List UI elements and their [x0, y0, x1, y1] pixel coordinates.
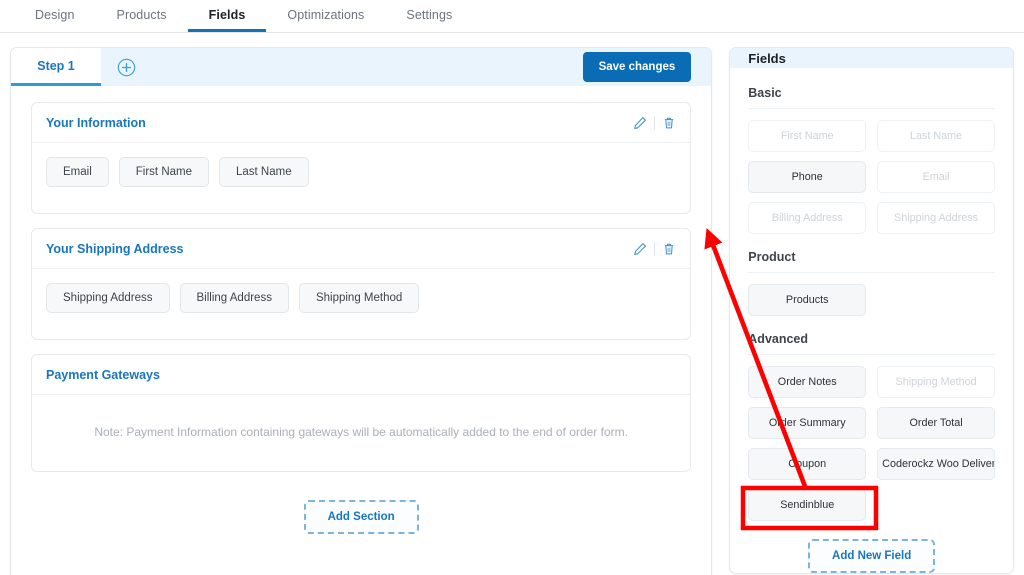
add-new-field-button[interactable]: Add New Field [808, 539, 936, 573]
action-divider [654, 241, 656, 256]
pencil-icon[interactable] [633, 242, 647, 256]
fields-panel-body: Basic First Name Last Name Phone Email B… [730, 68, 1013, 573]
palette-field-coderockz-woo-delivery[interactable]: Coderockz Woo Delivery [877, 448, 995, 480]
palette-field-order-total[interactable]: Order Total [877, 407, 995, 439]
palette-field-order-summary[interactable]: Order Summary [748, 407, 867, 439]
pencil-icon[interactable] [633, 116, 647, 130]
field-chip[interactable]: Last Name [219, 157, 309, 187]
section-actions [633, 241, 676, 256]
field-chip[interactable]: Billing Address [179, 283, 289, 313]
trash-icon[interactable] [662, 242, 676, 256]
tab-fields[interactable]: Fields [187, 0, 267, 32]
group-title-advanced: Advanced [748, 332, 995, 355]
palette-field-email: Email [877, 161, 995, 193]
section-title: Your Shipping Address [46, 241, 184, 256]
tab-settings[interactable]: Settings [385, 0, 473, 32]
save-changes-button[interactable]: Save changes [582, 52, 692, 82]
section-actions [633, 115, 676, 130]
palette-field-first-name: First Name [748, 120, 867, 152]
palette-field-last-name: Last Name [877, 120, 995, 152]
palette-field-products[interactable]: Products [748, 284, 867, 316]
section-payment-gateways: Payment Gateways Note: Payment Informati… [31, 354, 692, 472]
builder-body: Your Information Email First Name Last N… [11, 86, 711, 575]
field-chip[interactable]: Shipping Address [46, 283, 170, 313]
palette-field-sendinblue[interactable]: Sendinblue [748, 489, 867, 521]
top-navigation: Design Products Fields Optimizations Set… [0, 0, 1024, 33]
payment-note: Note: Payment Information containing gat… [94, 425, 628, 439]
section-title: Your Information [46, 115, 146, 130]
add-section-button[interactable]: Add Section [303, 500, 419, 534]
add-step-button[interactable] [101, 48, 151, 86]
tab-optimizations[interactable]: Optimizations [266, 0, 385, 32]
group-title-product: Product [748, 250, 995, 273]
field-chip[interactable]: First Name [118, 157, 209, 187]
field-chip[interactable]: Shipping Method [298, 283, 420, 313]
form-builder-panel: Step 1 Save changes Your Information Ema… [10, 47, 713, 575]
section-title: Payment Gateways [46, 367, 160, 382]
add-new-field-container: Add New Field [748, 537, 995, 573]
palette-field-coupon[interactable]: Coupon [748, 448, 867, 480]
field-chip[interactable]: Email [46, 157, 109, 187]
field-group-product: Products [748, 284, 995, 316]
section-your-shipping-address: Your Shipping Address Shipping Address B… [31, 228, 692, 340]
step-tab-1[interactable]: Step 1 [11, 48, 101, 86]
palette-field-order-notes[interactable]: Order Notes [748, 366, 867, 398]
trash-icon[interactable] [662, 116, 676, 130]
fields-panel-title: Fields [730, 48, 1013, 68]
section-header: Your Shipping Address [32, 229, 691, 269]
section-field-list: Shipping Address Billing Address Shippin… [32, 269, 690, 339]
palette-field-shipping-address: Shipping Address [877, 202, 995, 234]
field-group-advanced: Order Notes Shipping Method Order Summar… [748, 366, 995, 521]
step-tab-bar: Step 1 Save changes [11, 48, 712, 86]
fields-panel: Fields Basic First Name Last Name Phone … [729, 47, 1014, 574]
action-divider [654, 115, 656, 130]
section-header: Payment Gateways [32, 355, 691, 395]
section-header: Your Information [32, 103, 691, 143]
palette-field-phone[interactable]: Phone [748, 161, 867, 193]
section-field-list: Email First Name Last Name [32, 143, 690, 213]
page-content: Step 1 Save changes Your Information Ema… [0, 33, 1024, 575]
section-your-information: Your Information Email First Name Last N… [31, 102, 692, 214]
plus-circle-icon [117, 58, 135, 76]
tab-design[interactable]: Design [14, 0, 96, 32]
tab-products[interactable]: Products [96, 0, 188, 32]
add-section-container: Add Section [31, 486, 691, 534]
group-title-basic: Basic [748, 86, 995, 109]
field-group-basic: First Name Last Name Phone Email Billing… [748, 120, 995, 234]
palette-field-billing-address: Billing Address [748, 202, 867, 234]
palette-field-shipping-method: Shipping Method [877, 366, 995, 398]
save-button-container: Save changes [582, 48, 712, 86]
